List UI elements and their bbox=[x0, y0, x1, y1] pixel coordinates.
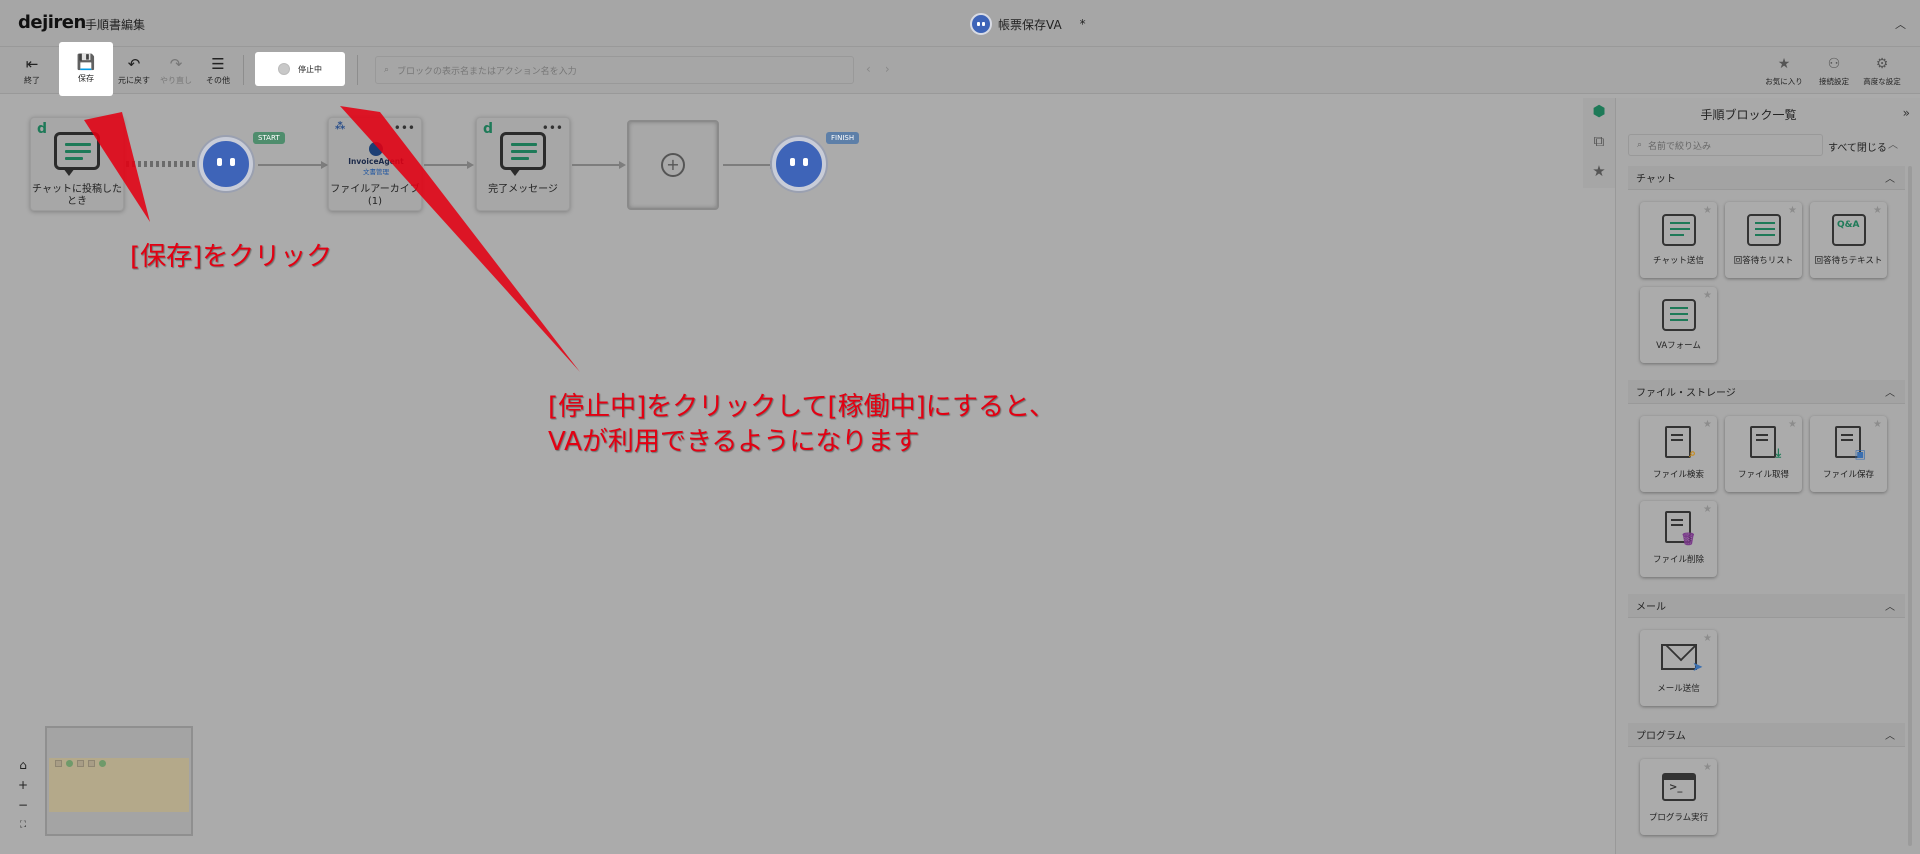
advanced-settings-button[interactable]: ⚙ 高度な設定 bbox=[1860, 51, 1904, 91]
block-file-delete[interactable]: ★ 🗑 ファイル削除 bbox=[1640, 501, 1717, 577]
connection-settings-button[interactable]: ⚇ 接続設定 bbox=[1812, 51, 1856, 91]
block-mail-send[interactable]: ★ ➤ メール送信 bbox=[1640, 630, 1717, 706]
annotation-arrow-save bbox=[84, 112, 150, 222]
advanced-label: 高度な設定 bbox=[1863, 76, 1901, 86]
form-icon bbox=[1662, 299, 1696, 331]
zoom-in-icon[interactable]: + bbox=[14, 776, 32, 794]
save-annotation: [保存]をクリック bbox=[130, 242, 333, 272]
star-icon[interactable]: ★ bbox=[1703, 504, 1712, 515]
favorites-tab-icon[interactable]: ★ bbox=[1590, 162, 1608, 180]
filter-input[interactable]: ⌕ 名前で絞り込み bbox=[1628, 134, 1823, 156]
star-icon[interactable]: ★ bbox=[1788, 205, 1797, 216]
chevron-up-icon[interactable]: ︿ bbox=[1888, 136, 1898, 151]
star-icon[interactable]: ★ bbox=[1703, 419, 1712, 430]
section-file-storage: ファイル・ストレージ ︿ bbox=[1628, 380, 1905, 404]
file-search-icon: ⌕ bbox=[1665, 426, 1696, 460]
collapse-header-icon[interactable]: ︿ bbox=[1895, 16, 1906, 32]
qa-icon bbox=[1832, 214, 1866, 246]
section-chat: チャット ︿ bbox=[1628, 166, 1905, 190]
side-tabs: ⬢ ⧉ ★ bbox=[1583, 98, 1615, 188]
star-icon[interactable]: ★ bbox=[1788, 419, 1797, 430]
favorites-label: お気に入り bbox=[1765, 76, 1803, 86]
chevron-up-icon[interactable]: ︿ bbox=[1885, 384, 1895, 399]
star-icon[interactable]: ★ bbox=[1703, 205, 1712, 216]
file-delete-icon: 🗑 bbox=[1665, 511, 1696, 546]
chat-icon bbox=[1662, 214, 1696, 246]
annotation-arrow-status bbox=[340, 106, 580, 372]
section-header[interactable]: メール ︿ bbox=[1628, 594, 1905, 618]
list-chat-icon bbox=[1747, 214, 1781, 246]
block-file-save[interactable]: ★ ▣ ファイル保存 bbox=[1810, 416, 1887, 492]
settings-icon: ⚙ bbox=[1875, 55, 1889, 72]
zoom-out-icon[interactable]: − bbox=[14, 796, 32, 814]
block-wait-list[interactable]: ★ 回答待ちリスト bbox=[1725, 202, 1802, 278]
block-va-form[interactable]: ★ VAフォーム bbox=[1640, 287, 1717, 363]
home-icon[interactable]: ⌂ bbox=[14, 756, 32, 774]
block-chat-send[interactable]: ★ チャット送信 bbox=[1640, 202, 1717, 278]
panel-title: 手順ブロック一覧 bbox=[1700, 108, 1797, 122]
star-icon[interactable]: ★ bbox=[1703, 290, 1712, 301]
star-icon[interactable]: ★ bbox=[1873, 205, 1882, 216]
section-title: メール bbox=[1636, 602, 1666, 613]
plug-icon: ⚇ bbox=[1827, 55, 1841, 72]
fit-view-icon[interactable]: ⛶ bbox=[14, 816, 32, 834]
star-icon[interactable]: ★ bbox=[1873, 419, 1882, 430]
section-title: チャット bbox=[1636, 174, 1676, 185]
section-header[interactable]: プログラム ︿ bbox=[1628, 723, 1905, 747]
block-list-panel: 手順ブロック一覧 » ⌕ 名前で絞り込み すべて閉じる ︿ チャット ︿ ★ チ… bbox=[1615, 98, 1920, 854]
section-header[interactable]: ファイル・ストレージ ︿ bbox=[1628, 380, 1905, 404]
block-wait-text[interactable]: ★ 回答待ちテキスト bbox=[1810, 202, 1887, 278]
status-annotation-line2: VAが利用できるようになります bbox=[548, 427, 920, 457]
star-icon[interactable]: ★ bbox=[1703, 762, 1712, 773]
status-annotation-line1: [停止中]をクリックして[稼働中]にすると、 bbox=[548, 392, 1056, 422]
section-title: プログラム bbox=[1636, 731, 1686, 742]
block-file-search[interactable]: ★ ⌕ ファイル検索 bbox=[1640, 416, 1717, 492]
file-save-icon: ▣ bbox=[1835, 426, 1866, 461]
file-download-icon: ⤓ bbox=[1750, 426, 1781, 460]
star-icon: ★ bbox=[1777, 55, 1791, 72]
chevron-up-icon[interactable]: ︿ bbox=[1885, 170, 1895, 185]
minimap[interactable] bbox=[45, 726, 193, 836]
panel-scrollbar[interactable] bbox=[1908, 166, 1912, 846]
double-chevron-right-icon[interactable]: » bbox=[1903, 106, 1910, 120]
section-header[interactable]: チャット ︿ bbox=[1628, 166, 1905, 190]
search-icon: ⌕ bbox=[1637, 140, 1643, 150]
section-program: プログラム ︿ bbox=[1628, 723, 1905, 747]
favorites-button[interactable]: ★ お気に入り bbox=[1762, 51, 1806, 91]
mail-send-icon: ➤ bbox=[1661, 644, 1703, 675]
terminal-icon: >_ bbox=[1662, 773, 1696, 801]
chevron-up-icon[interactable]: ︿ bbox=[1885, 727, 1895, 742]
section-mail: メール ︿ bbox=[1628, 594, 1905, 618]
block-program-run[interactable]: ★ >_ プログラム実行 bbox=[1640, 759, 1717, 835]
chevron-up-icon[interactable]: ︿ bbox=[1885, 598, 1895, 613]
close-all-button[interactable]: すべて閉じる bbox=[1828, 139, 1887, 154]
annotation-arrows bbox=[84, 106, 580, 372]
section-title: ファイル・ストレージ bbox=[1636, 388, 1736, 399]
star-icon[interactable]: ★ bbox=[1703, 633, 1712, 644]
block-file-get[interactable]: ★ ⤓ ファイル取得 bbox=[1725, 416, 1802, 492]
templates-tab-icon[interactable]: ⧉ bbox=[1590, 132, 1608, 150]
filter-placeholder: 名前で絞り込み bbox=[1648, 141, 1712, 152]
connection-label: 接続設定 bbox=[1819, 76, 1849, 86]
blocks-tab-icon[interactable]: ⬢ bbox=[1590, 102, 1608, 120]
